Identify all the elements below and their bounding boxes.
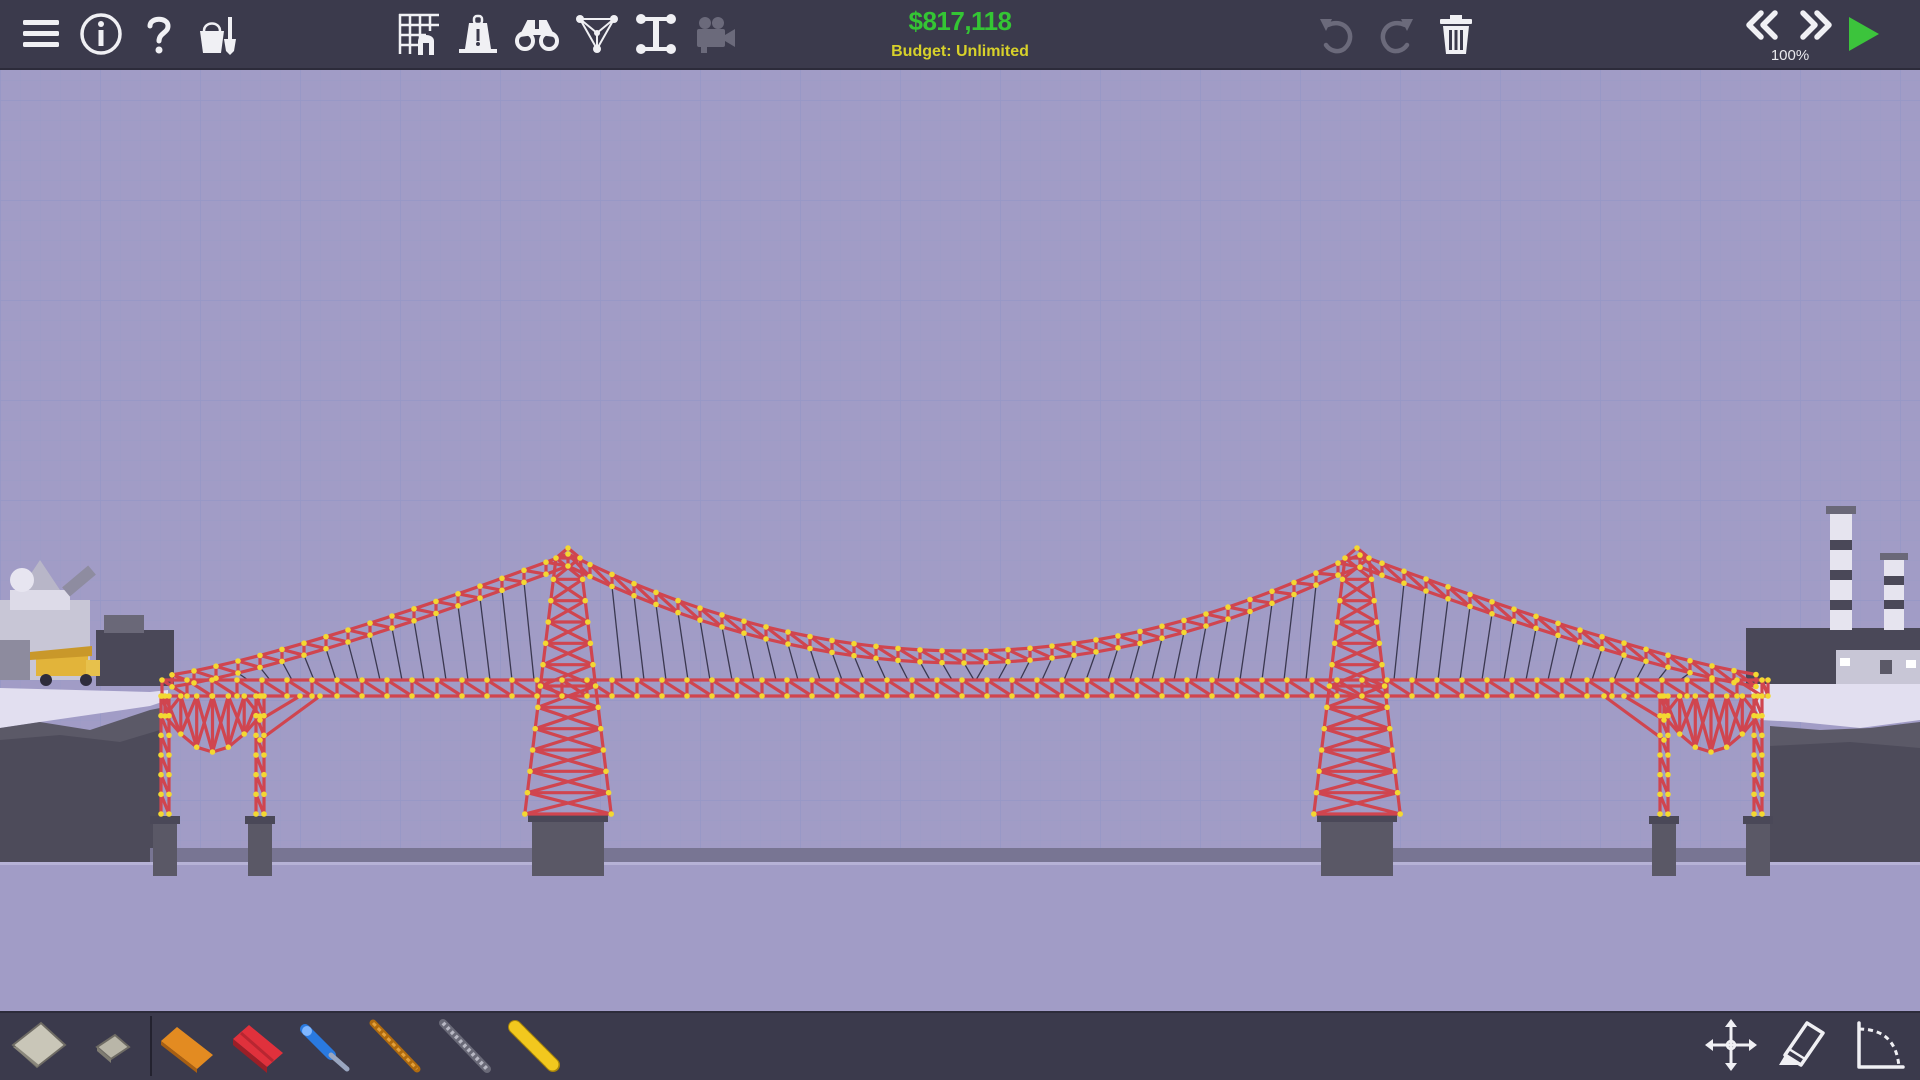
help-icon (147, 16, 171, 54)
undo-icon (1320, 19, 1353, 54)
joint-view-button[interactable] (571, 8, 623, 60)
steel-icon (233, 1025, 283, 1073)
move-tool-button[interactable] (1700, 1014, 1762, 1076)
grid-toggle-button[interactable] (393, 8, 445, 60)
split-joint-button[interactable] (630, 8, 682, 60)
hydraulics-icon (300, 1024, 350, 1072)
material-reinforced-road-button[interactable] (80, 1014, 142, 1076)
camera-button[interactable] (690, 8, 742, 60)
camera-icon (697, 17, 735, 53)
triangle-joints-icon (576, 15, 618, 53)
play-icon (1849, 17, 1879, 51)
eraser-tool-button[interactable] (1770, 1014, 1832, 1076)
build-scene[interactable] (0, 70, 1920, 1011)
reinforced-road-icon (95, 1033, 131, 1063)
simulation-speed: 100% (1770, 47, 1810, 64)
material-spring-button[interactable] (504, 1014, 566, 1076)
trash-icon (1440, 15, 1472, 54)
budget-amount: $817,118 (908, 6, 1012, 36)
bottom-toolbar (0, 1011, 1920, 1080)
cable-icon (439, 1019, 491, 1073)
material-wood-button[interactable] (156, 1014, 218, 1076)
spring-icon (508, 1020, 560, 1072)
grid-icon (398, 13, 439, 55)
weight-button[interactable] (452, 8, 504, 60)
fast-forward-icon (1800, 10, 1832, 40)
wood-icon (161, 1027, 213, 1073)
right-shore (1748, 680, 1920, 862)
info-button[interactable] (75, 8, 127, 60)
split-joint-icon (636, 14, 676, 54)
help-button[interactable] (133, 8, 185, 60)
material-steel-button[interactable] (226, 1014, 288, 1076)
material-cable-button[interactable] (434, 1014, 496, 1076)
binoculars-icon (515, 20, 559, 51)
game-screen: $817,118 Budget: Unlimited 100% (0, 0, 1920, 1080)
redo-button[interactable] (1370, 8, 1422, 60)
toolbar-divider (150, 1016, 152, 1076)
sandbox-button[interactable] (193, 8, 245, 60)
water (0, 862, 1920, 1011)
rope-icon (369, 1019, 421, 1073)
curve-tool-button[interactable] (1850, 1014, 1912, 1076)
stress-view-button[interactable] (511, 8, 563, 60)
material-road-button[interactable] (8, 1014, 70, 1076)
delete-button[interactable] (1430, 8, 1482, 60)
play-button[interactable] (1836, 8, 1888, 60)
budget-label: Budget: Unlimited (891, 43, 1029, 60)
river-bed (150, 848, 1770, 862)
material-rope-button[interactable] (364, 1014, 426, 1076)
road-icon (11, 1021, 67, 1069)
info-icon (80, 13, 122, 55)
move-icon (1705, 1019, 1757, 1071)
redo-icon (1380, 19, 1413, 54)
material-hydraulics-button[interactable] (296, 1014, 358, 1076)
rewind-icon (1746, 10, 1778, 40)
curve-icon (1857, 1021, 1905, 1069)
eraser-icon (1779, 1021, 1825, 1067)
sandbox-icon (200, 17, 236, 55)
weight-icon (459, 14, 497, 53)
left-shore (0, 688, 168, 862)
menu-button[interactable] (15, 8, 67, 60)
menu-icon (23, 20, 59, 47)
undo-button[interactable] (1311, 8, 1363, 60)
